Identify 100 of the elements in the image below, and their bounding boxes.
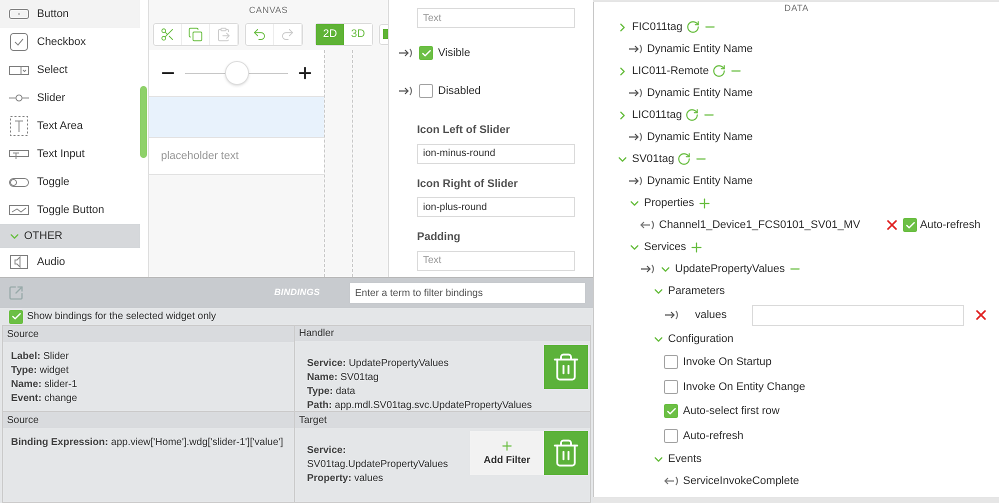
- add-icon[interactable]: [697, 196, 712, 210]
- entity-name[interactable]: FIC011tag: [632, 18, 683, 36]
- check-icon: [10, 311, 22, 322]
- parameter-name: values: [694, 308, 728, 323]
- service-name[interactable]: UpdatePropertyValues: [675, 260, 785, 278]
- option-checkbox[interactable]: [664, 404, 678, 418]
- option-checkbox[interactable]: [664, 428, 678, 443]
- auto-refresh-checkbox[interactable]: [903, 218, 917, 232]
- slider-widget[interactable]: [149, 50, 324, 97]
- option-label: Invoke On Entity Change: [683, 380, 806, 394]
- incoming-binding-icon[interactable]: [628, 176, 644, 186]
- incoming-binding-icon[interactable]: [640, 264, 656, 274]
- scissors-icon: [160, 26, 175, 42]
- add-filter-button[interactable]: Add Filter: [470, 431, 544, 475]
- column-header: Target: [295, 412, 590, 428]
- select-widget-icon: [9, 66, 29, 74]
- add-icon[interactable]: [689, 240, 704, 254]
- column-header: Source: [3, 326, 294, 342]
- property-field[interactable]: ion-minus-round: [417, 144, 575, 164]
- entity-name[interactable]: LIC011-Remote: [632, 62, 709, 80]
- checkbox-label: Show bindings for the selected widget only: [27, 310, 216, 324]
- palette-item[interactable]: Toggle Button: [0, 196, 140, 224]
- property-checkbox[interactable]: [419, 84, 433, 98]
- copy-icon: [188, 26, 203, 42]
- property-field[interactable]: Text: [417, 250, 575, 270]
- palette-item[interactable]: Checkbox: [0, 28, 140, 56]
- close-icon[interactable]: [884, 217, 900, 233]
- section-label[interactable]: Configuration: [668, 330, 734, 348]
- toggle-button-widget-icon: [9, 205, 29, 215]
- palette-item[interactable]: Text Area: [0, 112, 140, 140]
- incoming-binding-icon[interactable]: [398, 86, 414, 96]
- close-icon[interactable]: [973, 307, 989, 323]
- panel-title: CANVAS: [248, 4, 290, 18]
- palette-item[interactable]: Text Input: [0, 140, 140, 168]
- incoming-binding-icon[interactable]: [628, 132, 644, 142]
- binding-detail: Property: values: [307, 472, 384, 486]
- palette-item[interactable]: Select: [0, 56, 140, 84]
- option-label: Auto-refresh: [683, 428, 744, 444]
- filter-field[interactable]: Enter a term to filter bindings: [350, 283, 585, 303]
- incoming-binding-icon[interactable]: [398, 48, 414, 58]
- binding-detail: Label: Slider: [11, 350, 70, 364]
- palette-item[interactable]: Audio: [0, 248, 140, 276]
- incoming-binding-icon[interactable]: [628, 88, 644, 98]
- field-label: Icon Right of Slider: [417, 176, 519, 192]
- toggle-widget-icon: [9, 178, 29, 186]
- incoming-binding-icon[interactable]: [664, 310, 680, 320]
- incoming-binding-icon[interactable]: [628, 44, 644, 54]
- binding-detail: Type: data: [307, 385, 356, 399]
- palette-item[interactable]: Button: [0, 0, 140, 28]
- text-input-widget-icon: [9, 150, 29, 158]
- scrollbar-thumb[interactable]: [140, 86, 147, 158]
- speaker-icon: [10, 255, 28, 269]
- section-label[interactable]: Events: [668, 450, 702, 468]
- option-label: Auto-select first row: [683, 404, 780, 419]
- event-name: ServiceInvokeComplete: [683, 474, 800, 489]
- checkbox-label: Disabled: [438, 84, 481, 99]
- binding-label: Dynamic Entity Name: [647, 86, 753, 101]
- filter-checkbox[interactable]: [9, 310, 23, 324]
- text-area-widget-icon: [10, 116, 28, 136]
- section-label[interactable]: Properties: [644, 194, 694, 212]
- entity-name[interactable]: SV01tag: [632, 150, 674, 168]
- outgoing-binding-icon[interactable]: [640, 220, 656, 230]
- binding-detail: Event: change: [11, 392, 78, 406]
- check-icon: [666, 406, 676, 417]
- outgoing-binding-icon[interactable]: [664, 476, 680, 486]
- property-field[interactable]: ion-plus-round: [417, 197, 575, 217]
- slider-thumb[interactable]: [224, 60, 248, 84]
- binding-detail: Service: UpdatePropertyValues: [307, 357, 450, 371]
- parameter-field[interactable]: [752, 304, 964, 326]
- delete-button[interactable]: [544, 345, 588, 389]
- expand-icon[interactable]: [8, 285, 24, 301]
- binding-detail: Binding Expression: app.view['Home'].wdg['slider-1']['value']: [11, 436, 284, 450]
- palette-item[interactable]: Toggle: [0, 168, 140, 196]
- property-checkbox[interactable]: [419, 46, 433, 60]
- refresh-icon[interactable]: [677, 152, 692, 166]
- delete-button[interactable]: [544, 431, 588, 475]
- slider-widget-icon: [9, 94, 29, 102]
- button-widget-icon: [9, 9, 29, 19]
- option-checkbox[interactable]: [664, 380, 678, 394]
- palette-item[interactable]: Slider: [0, 84, 140, 112]
- section-label[interactable]: Parameters: [668, 282, 725, 300]
- property-name: Channel1_Device1_FCS0101_SV01_MV: [659, 218, 862, 233]
- text-input-widget[interactable]: placeholder text: [149, 138, 324, 175]
- refresh-icon[interactable]: [712, 64, 726, 78]
- section-label[interactable]: Services: [644, 238, 686, 256]
- entity-name[interactable]: LIC011tag: [632, 106, 682, 124]
- option-checkbox[interactable]: [664, 355, 678, 370]
- field-label: Padding: [417, 230, 462, 245]
- binding-detail: Name: slider-1: [11, 378, 78, 392]
- category-header[interactable]: OTHER: [0, 224, 140, 248]
- refresh-icon[interactable]: [686, 20, 700, 34]
- refresh-icon[interactable]: [684, 108, 699, 122]
- check-icon: [904, 220, 916, 230]
- plus-icon: [500, 438, 514, 452]
- checkbox-widget-icon: [10, 33, 28, 51]
- column-header: Handler: [295, 326, 590, 341]
- panel-title: DATA: [783, 2, 810, 15]
- plus-icon[interactable]: [296, 64, 314, 82]
- property-field[interactable]: Text: [417, 8, 575, 28]
- check-icon: [420, 48, 432, 58]
